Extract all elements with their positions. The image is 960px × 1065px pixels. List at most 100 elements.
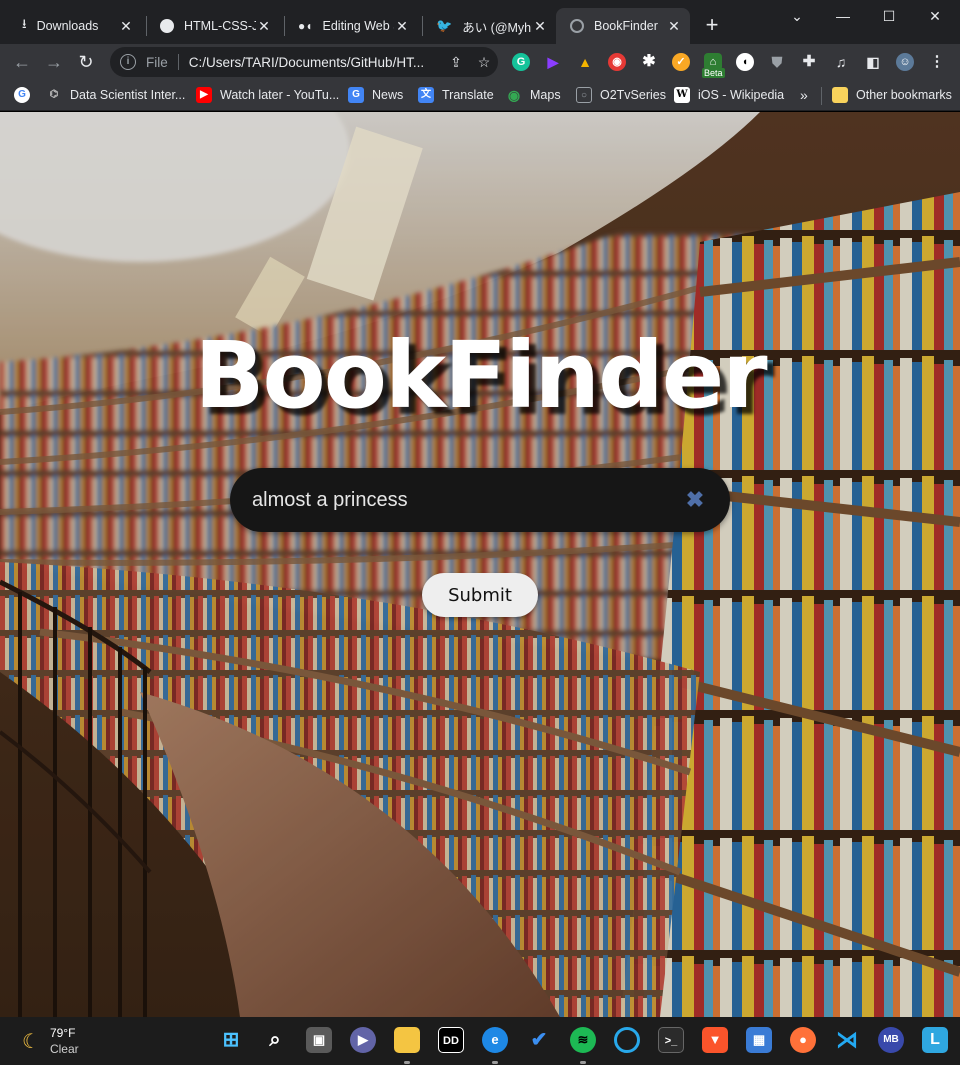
search-input[interactable] xyxy=(252,488,682,512)
maps-icon: ◉ xyxy=(507,87,521,103)
task-view-icon[interactable]: ▣ xyxy=(306,1027,332,1053)
info-icon[interactable]: i xyxy=(120,54,136,70)
audio-icon[interactable]: ◖ xyxy=(736,53,754,71)
tab-title: BookFinder xyxy=(594,19,658,33)
cortana-icon[interactable] xyxy=(614,1027,640,1053)
library-background-image xyxy=(0,112,960,1017)
close-icon[interactable]: ✕ xyxy=(532,18,548,35)
bookmark-label: Data Scientist Inter... xyxy=(70,88,186,102)
tab-github[interactable]: HTML-CSS-JA ✕ xyxy=(146,8,280,44)
bookmark-ios-wikipedia[interactable]: W iOS - Wikipedia xyxy=(674,85,784,105)
tab-search-chevron-icon[interactable]: ⌄ xyxy=(774,4,820,28)
submit-button[interactable]: Submit xyxy=(422,573,538,617)
twitter-icon: 🐦 xyxy=(436,18,453,33)
close-window-button[interactable]: ✕ xyxy=(912,4,958,28)
reload-button[interactable]: ↻ xyxy=(74,50,98,74)
chat-icon[interactable]: ▶ xyxy=(350,1027,376,1053)
browser-tab-bar: ⭳ Downloads ✕ HTML-CSS-JA ✕ ●◖ Editing W… xyxy=(0,0,960,44)
spotify-icon[interactable]: ≋ xyxy=(570,1027,596,1053)
tab-title: HTML-CSS-JA xyxy=(184,19,256,33)
bookmark-label: Maps xyxy=(530,88,561,102)
edge-icon[interactable]: e xyxy=(482,1027,508,1053)
bookmark-watch-later[interactable]: ▶ Watch later - YouTu... xyxy=(196,85,339,105)
beta-badge: Beta xyxy=(702,68,725,78)
media-icon[interactable]: ♫ xyxy=(832,53,850,71)
bookmark-news[interactable]: G News xyxy=(348,85,403,105)
todo-icon[interactable]: ✔ xyxy=(526,1027,552,1053)
globe-icon xyxy=(570,19,584,33)
tab-twitter[interactable]: 🐦 あい (@MyhnT ✕ xyxy=(422,8,556,44)
address-bar[interactable]: i File C:/Users/TARI/Documents/GitHub/HT… xyxy=(110,47,498,77)
tab-medium[interactable]: ●◖ Editing Web S ✕ xyxy=(284,8,418,44)
app-l-icon[interactable]: L xyxy=(922,1027,948,1053)
grammarly-icon[interactable]: G xyxy=(512,53,530,71)
news-icon: G xyxy=(348,87,364,103)
close-icon[interactable]: ✕ xyxy=(666,18,682,35)
weather-condition: Clear xyxy=(49,1042,79,1056)
brave-icon[interactable]: ▼ xyxy=(702,1027,728,1053)
menu-icon[interactable]: ⋮ xyxy=(928,53,946,71)
weather-temp: 79°F xyxy=(49,1026,76,1040)
compass-icon[interactable]: ✓ xyxy=(672,53,690,71)
divider xyxy=(177,54,179,70)
youtube-icon: ▶ xyxy=(196,87,212,103)
extension-icon[interactable]: ◉ xyxy=(608,53,626,71)
folder-icon xyxy=(832,87,848,103)
bookmarks-overflow-button[interactable]: » xyxy=(800,85,808,105)
bookmark-translate[interactable]: 文 Translate xyxy=(418,85,494,105)
page-title: BookFinder xyxy=(194,322,767,429)
asterisk-icon[interactable]: ✱ xyxy=(640,53,658,71)
file-explorer-icon[interactable] xyxy=(394,1027,420,1053)
other-bookmarks[interactable]: Other bookmarks xyxy=(832,85,952,105)
tab-downloads[interactable]: ⭳ Downloads ✕ xyxy=(8,8,142,44)
back-button[interactable]: ← xyxy=(10,50,34,74)
puzzle-icon[interactable]: ✚ xyxy=(800,53,818,71)
firefox-icon[interactable]: ● xyxy=(790,1027,816,1053)
bookmark-data-scientist[interactable]: ⌬ Data Scientist Inter... xyxy=(46,85,186,105)
tab-title: あい (@MyhnT xyxy=(462,20,532,35)
moon-icon: ☾ xyxy=(22,1030,40,1053)
running-indicator xyxy=(404,1061,410,1064)
minimize-button[interactable]: — xyxy=(820,4,866,28)
avatar[interactable]: ☺ xyxy=(896,53,914,71)
vscode-icon[interactable]: ⋊ xyxy=(834,1027,860,1053)
start-icon[interactable]: ⊞ xyxy=(218,1027,244,1053)
bookmarks-bar: G ⌬ Data Scientist Inter... ▶ Watch late… xyxy=(0,80,960,111)
medium-icon: ●◖ xyxy=(298,19,313,33)
address-scheme: File xyxy=(146,54,168,70)
bookmark-google[interactable]: G xyxy=(14,85,38,105)
share-icon[interactable]: ⇪ xyxy=(442,54,470,71)
bookmark-maps[interactable]: ◉ Maps xyxy=(506,85,561,105)
dolby-icon[interactable]: DD xyxy=(438,1027,464,1053)
bookmark-label: Watch later - YouTu... xyxy=(220,88,340,102)
bookmark-label: Translate xyxy=(442,88,494,102)
new-tab-button[interactable]: + xyxy=(700,14,724,38)
side-panel-icon[interactable]: ◧ xyxy=(864,53,882,71)
star-icon[interactable]: ☆ xyxy=(470,54,498,71)
close-icon[interactable]: ✕ xyxy=(118,18,134,35)
play-extension-icon[interactable]: ▶ xyxy=(544,53,562,71)
drive-icon[interactable]: ▲ xyxy=(576,53,594,71)
bookmark-o2tvseries[interactable]: ○ O2TvSeries xyxy=(576,85,666,105)
shield-icon[interactable]: ⛊ xyxy=(768,53,786,71)
terminal-icon[interactable]: >_ xyxy=(658,1027,684,1053)
close-icon[interactable]: ✕ xyxy=(394,18,410,35)
github-icon xyxy=(160,19,174,33)
account-icon[interactable]: MB xyxy=(878,1027,904,1053)
address-url[interactable]: C:/Users/TARI/Documents/GitHub/HT... xyxy=(189,55,442,70)
tab-title: Downloads xyxy=(36,19,99,33)
bookmark-label: O2TvSeries xyxy=(600,88,666,102)
translate-icon: 文 xyxy=(418,87,434,103)
store-icon[interactable]: ▦ xyxy=(746,1027,772,1053)
maximize-button[interactable]: ☐ xyxy=(866,4,912,28)
browser-toolbar: ← → ↻ i File C:/Users/TARI/Documents/Git… xyxy=(0,44,960,80)
wikipedia-icon: W xyxy=(674,87,690,103)
forward-button[interactable]: → xyxy=(42,50,66,74)
search-box: ✖ xyxy=(230,468,730,532)
clear-icon[interactable]: ✖ xyxy=(682,487,708,513)
bookmark-icon: ⌬ xyxy=(49,89,59,100)
search-icon[interactable]: ⌕ xyxy=(262,1027,288,1053)
weather-widget[interactable]: ☾ 79°F Clear xyxy=(22,1025,79,1057)
tab-bookfinder[interactable]: BookFinder ✕ xyxy=(556,8,690,44)
close-icon[interactable]: ✕ xyxy=(256,18,272,35)
